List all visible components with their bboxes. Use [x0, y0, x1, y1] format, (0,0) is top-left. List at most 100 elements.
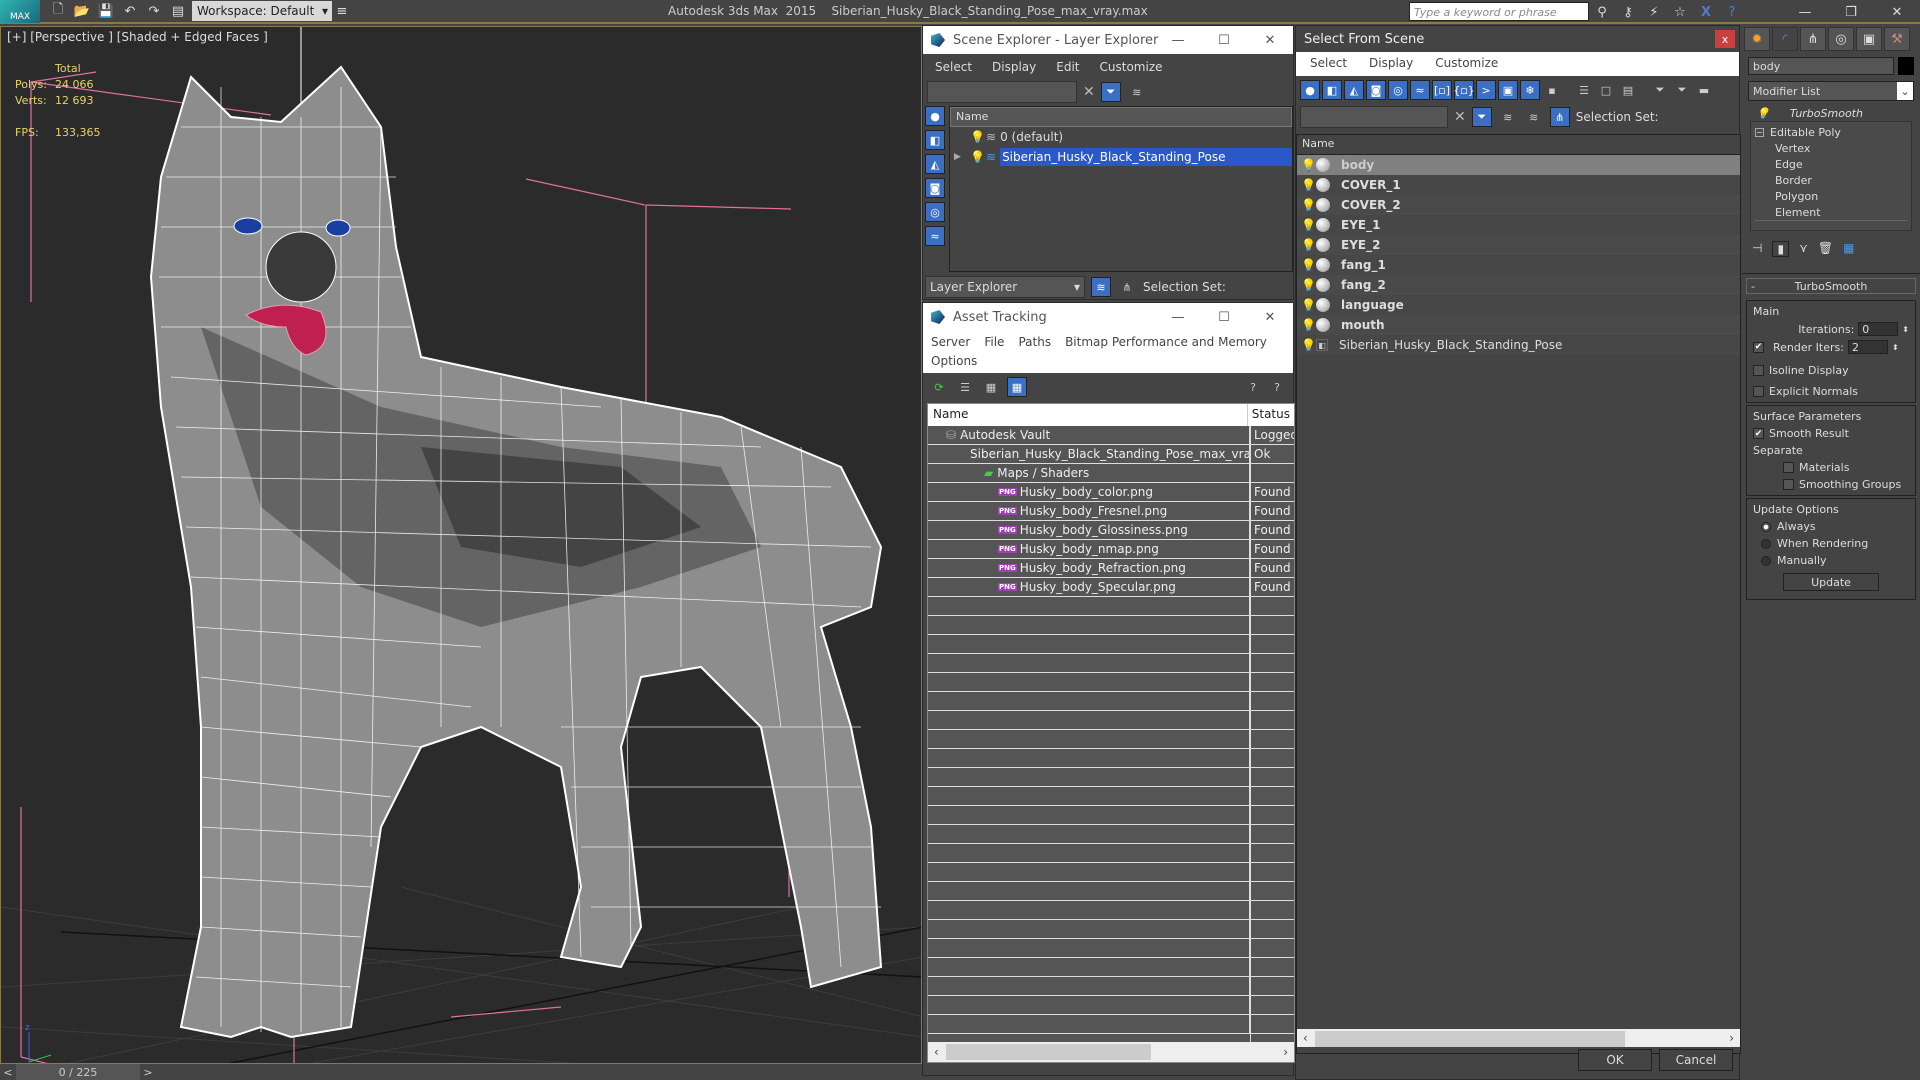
- scene-explorer-titlebar[interactable]: Scene Explorer - Layer Explorer — ☐ ✕: [923, 26, 1293, 54]
- redo-icon[interactable]: ↷: [144, 2, 164, 20]
- close-button[interactable]: ✕: [1874, 0, 1920, 24]
- object-name-input[interactable]: body: [1748, 57, 1894, 75]
- next-frame-button[interactable]: >: [140, 1064, 156, 1080]
- spacewarps-filter-icon[interactable]: ≈: [925, 226, 945, 246]
- help-icon[interactable]: ?: [1722, 2, 1742, 22]
- bulb-icon[interactable]: 💡: [1756, 107, 1770, 120]
- select-none-icon[interactable]: □: [1596, 80, 1616, 100]
- smooth-result-checkbox[interactable]: ✔: [1753, 428, 1764, 439]
- frozen-filter-icon[interactable]: ❄: [1520, 80, 1540, 100]
- key-icon[interactable]: ⚷: [1618, 2, 1638, 22]
- menu-customize[interactable]: Customize: [1435, 56, 1498, 72]
- bulb-icon[interactable]: 💡: [970, 150, 985, 164]
- cameras-filter-icon[interactable]: ◙: [1366, 80, 1386, 100]
- spacewarps-filter-icon[interactable]: ≈: [1410, 80, 1430, 100]
- layer-row[interactable]: 💡 ≋ 0 (default): [950, 127, 1292, 147]
- object-row[interactable]: 💡 mouth: [1297, 315, 1740, 335]
- helpers-filter-icon[interactable]: ◎: [1388, 80, 1408, 100]
- bulb-icon[interactable]: 💡: [1301, 258, 1316, 272]
- exchange-icon[interactable]: X: [1696, 2, 1716, 22]
- select-from-scene-titlebar[interactable]: Select From Scene x: [1296, 26, 1739, 52]
- binoculars-icon[interactable]: ⚲: [1592, 2, 1612, 22]
- project-icon[interactable]: ▤: [168, 2, 188, 20]
- create-tab-icon[interactable]: ✹: [1744, 27, 1770, 51]
- asset-tracking-titlebar[interactable]: Asset Tracking — ☐ ✕: [923, 303, 1293, 331]
- help-icon[interactable]: ?: [1267, 377, 1287, 397]
- asset-row[interactable]: PNG Husky_body_color.png Found: [928, 483, 1294, 502]
- geometry-filter-icon[interactable]: ●: [925, 106, 945, 126]
- update-manually-radio[interactable]: [1761, 555, 1771, 566]
- menu-paths[interactable]: Paths: [1018, 335, 1051, 350]
- isoline-display-checkbox[interactable]: [1753, 365, 1764, 376]
- scroll-left-icon[interactable]: ‹: [934, 1045, 939, 1059]
- scroll-left-icon[interactable]: ‹: [1303, 1031, 1308, 1045]
- toggle-icon[interactable]: ▬: [1694, 80, 1714, 100]
- object-row[interactable]: 💡 language: [1297, 295, 1740, 315]
- vault-help-icon[interactable]: ?: [1243, 377, 1263, 397]
- restore-button[interactable]: ❐: [1828, 0, 1874, 24]
- menu-server[interactable]: Server: [931, 335, 970, 350]
- close-button[interactable]: ✕: [1247, 303, 1293, 331]
- cancel-button[interactable]: Cancel: [1659, 1049, 1733, 1071]
- shapes-filter-icon[interactable]: ◧: [1322, 80, 1342, 100]
- render-iters-spinner[interactable]: 2: [1847, 340, 1888, 354]
- expand-arrow-icon[interactable]: ▶: [954, 152, 966, 162]
- layers-mode-icon[interactable]: ≋: [1524, 107, 1544, 127]
- lights-filter-icon[interactable]: ◭: [1344, 80, 1364, 100]
- lights-filter-icon[interactable]: ◭: [925, 154, 945, 174]
- menu-edit[interactable]: Edit: [1056, 60, 1079, 74]
- name-column-header[interactable]: Name: [928, 404, 1248, 426]
- menu-display[interactable]: Display: [992, 60, 1036, 74]
- star-icon[interactable]: ☆: [1670, 2, 1690, 22]
- find-input[interactable]: [927, 81, 1077, 103]
- menu-customize[interactable]: Customize: [1100, 60, 1163, 74]
- workspace-dropdown[interactable]: Workspace: Default ▾: [192, 1, 332, 21]
- hidden-filter-icon[interactable]: ▪: [1542, 80, 1562, 100]
- select-all-icon[interactable]: ☰: [1574, 80, 1594, 100]
- stack-item-turbosmooth[interactable]: 💡 TurboSmooth: [1750, 105, 1912, 121]
- undo-icon[interactable]: ↶: [120, 2, 140, 20]
- show-end-result-icon[interactable]: ▮: [1772, 241, 1790, 257]
- asset-row[interactable]: ▰ Maps / Shaders: [928, 464, 1294, 483]
- shapes-filter-icon[interactable]: ◧: [925, 130, 945, 150]
- asset-row[interactable]: ⛁ Autodesk Vault Logged: [928, 426, 1294, 445]
- spinner-arrows-icon[interactable]: ⬍: [1892, 343, 1899, 352]
- configure-sets-icon[interactable]: ▦: [1843, 241, 1854, 257]
- layers-mode-icon[interactable]: ≋: [1091, 277, 1111, 297]
- menu-file[interactable]: File: [984, 335, 1004, 350]
- ok-button[interactable]: OK: [1578, 1049, 1652, 1071]
- open-icon[interactable]: 📂: [72, 2, 92, 20]
- display-tab-icon[interactable]: ▣: [1856, 27, 1882, 51]
- asset-row[interactable]: PNG Husky_body_nmap.png Found: [928, 540, 1294, 559]
- helpers-filter-icon[interactable]: ◎: [925, 202, 945, 222]
- menu-options[interactable]: Options: [931, 354, 977, 369]
- object-row[interactable]: 💡 body: [1297, 155, 1740, 175]
- scrollbar-thumb[interactable]: [1315, 1031, 1625, 1047]
- viewport-label[interactable]: [+] [Perspective ] [Shaded + Edged Faces…: [7, 30, 268, 44]
- containers-filter-icon[interactable]: ▣: [1498, 80, 1518, 100]
- iterations-spinner[interactable]: 0: [1858, 322, 1899, 336]
- horizontal-scrollbar[interactable]: ‹ ›: [928, 1042, 1294, 1062]
- bulb-icon[interactable]: 💡: [1301, 238, 1316, 252]
- object-row[interactable]: 💡 fang_1: [1297, 255, 1740, 275]
- bulb-icon[interactable]: 💡: [1301, 158, 1316, 172]
- save-icon[interactable]: 💾: [96, 2, 116, 20]
- update-always-radio[interactable]: [1761, 521, 1771, 532]
- hierarchy-mode-icon[interactable]: ⋔: [1117, 277, 1137, 297]
- asset-row[interactable]: PNG Husky_body_Refraction.png Found: [928, 559, 1294, 578]
- maximize-button[interactable]: ☐: [1201, 303, 1247, 331]
- name-column-header[interactable]: Name: [950, 107, 1292, 127]
- bulb-icon[interactable]: 💡: [1301, 298, 1316, 312]
- xrefs-filter-icon[interactable]: {▫}: [1453, 80, 1475, 100]
- bulb-icon[interactable]: 💡: [1301, 338, 1316, 352]
- explicit-normals-checkbox[interactable]: [1753, 386, 1764, 397]
- object-row[interactable]: 💡 COVER_2: [1297, 195, 1740, 215]
- materials-checkbox[interactable]: [1783, 462, 1794, 473]
- object-row[interactable]: 💡 EYE_1: [1297, 215, 1740, 235]
- asset-row[interactable]: Siberian_Husky_Black_Standing_Pose_max_v…: [928, 445, 1294, 464]
- menu-select[interactable]: Select: [935, 60, 972, 74]
- satellite-icon[interactable]: ⚡: [1644, 2, 1664, 22]
- menu-bitmap-performance[interactable]: Bitmap Performance and Memory: [1065, 335, 1267, 350]
- thumbnail-icon[interactable]: ▦: [981, 377, 1001, 397]
- bulb-icon[interactable]: 💡: [1301, 198, 1316, 212]
